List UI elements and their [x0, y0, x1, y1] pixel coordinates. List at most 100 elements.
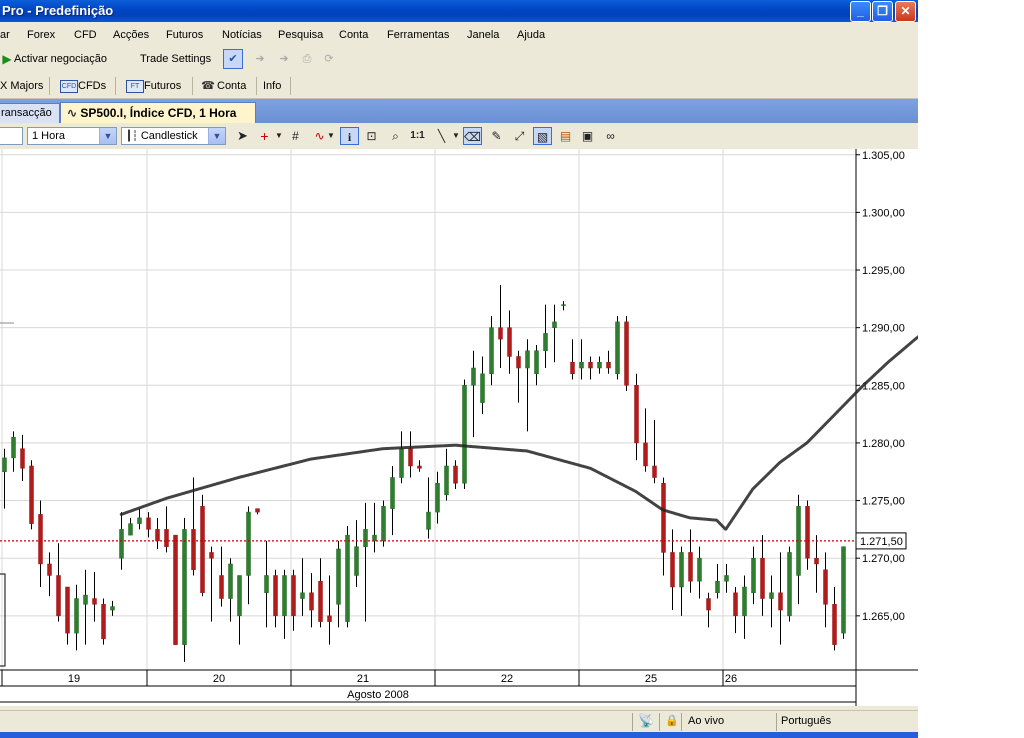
futuros-link[interactable]: Futuros [144, 80, 181, 92]
title-bar: Pro - Predefinição _ ❐ ✕ [0, 0, 918, 22]
candle-body [237, 575, 242, 617]
maximize-button[interactable]: ❐ [872, 1, 893, 22]
candle-body [264, 575, 269, 594]
candle-body [318, 580, 323, 622]
candle-body [841, 546, 846, 634]
candle-body [65, 586, 70, 634]
y-tick-label: 1.275,00 [862, 496, 905, 508]
trade-settings-button[interactable]: Trade Settings [140, 53, 211, 65]
candle-body [579, 361, 584, 369]
candle-body [444, 465, 449, 496]
zoom-box-icon[interactable]: ⊡ [362, 127, 381, 145]
candle-body [552, 321, 557, 328]
price-chart[interactable]: 1.305,00 1.300,00 1.295,00 1.290,00 1.285,00… [0, 149, 918, 706]
cfds-link[interactable]: CFDs [78, 80, 106, 92]
activate-trading-button[interactable]: Activar negociação [14, 53, 107, 65]
interval-select[interactable]: 1 Hora ▼ [27, 127, 117, 145]
arrow-left-icon[interactable]: ➜ [251, 51, 269, 67]
candle-body [408, 448, 413, 467]
chevron-down-icon[interactable]: ▼ [274, 127, 284, 145]
candle-body [543, 333, 548, 351]
interval-value: 1 Hora [32, 130, 66, 142]
minimize-button[interactable]: _ [850, 1, 871, 22]
y-tick-label: 1.295,00 [862, 265, 905, 277]
chevron-down-icon[interactable]: ▼ [326, 127, 336, 145]
candle-body [597, 361, 602, 369]
chevron-down-icon[interactable]: ▼ [451, 127, 461, 145]
menu-ajuda[interactable]: Ajuda [517, 29, 545, 41]
menu-pesquisa[interactable]: Pesquisa [278, 29, 323, 41]
menu-janela[interactable]: Janela [467, 29, 499, 41]
expand-icon[interactable]: ⤢ [510, 127, 529, 145]
candle-body [155, 529, 160, 542]
tab-transactions[interactable]: ransacção [0, 103, 60, 123]
candle-body [200, 506, 205, 594]
candle-body [83, 594, 88, 605]
candle-body [471, 367, 476, 386]
candle-body [498, 327, 503, 340]
chart-type-select[interactable]: ┃┆ Candlestick ▼ [121, 127, 226, 145]
candle-body [760, 557, 765, 599]
candle-body [823, 569, 828, 605]
info-link[interactable]: Info [263, 80, 281, 92]
candle-body [516, 356, 521, 369]
candle-body [787, 552, 792, 617]
candle-body [390, 477, 395, 509]
chevron-down-icon: ▼ [208, 128, 225, 144]
print-icon[interactable]: ⎙ [298, 51, 316, 67]
x-day-label: 20 [213, 673, 225, 685]
link-icon[interactable]: ∞ [601, 127, 620, 145]
symbol-combo[interactable] [0, 127, 23, 145]
menu-trade[interactable]: ar [0, 29, 10, 41]
candle-body [769, 592, 774, 599]
candle-body [191, 529, 196, 570]
info-icon[interactable]: i [340, 127, 359, 145]
cursor-arrow-icon[interactable]: ➤ [233, 127, 252, 145]
conta-link[interactable]: Conta [217, 80, 246, 92]
menu-accoes[interactable]: Acções [113, 29, 149, 41]
candle-body [670, 552, 675, 588]
y-tick-label: 1.265,00 [862, 611, 905, 623]
y-tick-label: 1.280,00 [862, 438, 905, 450]
candle-body [832, 604, 837, 645]
candle-body [534, 350, 539, 375]
satellite-icon: 📡 [638, 713, 655, 728]
candle-body [345, 534, 350, 622]
arrow-right-icon[interactable]: ➜ [275, 51, 293, 67]
candle-body [606, 361, 611, 369]
line-tool-icon[interactable]: ╲ [432, 127, 451, 145]
zoom-ratio-button[interactable]: 1:1 [408, 127, 427, 145]
zoom-icon[interactable]: ⌕ [386, 127, 405, 145]
menu-ferramentas[interactable]: Ferramentas [387, 29, 449, 41]
candle-body [110, 606, 115, 611]
export-icon[interactable]: ▤ [556, 127, 575, 145]
menu-cfd[interactable]: CFD [74, 29, 97, 41]
crosshair-icon[interactable]: + [255, 127, 274, 145]
window-icon[interactable]: ▣ [578, 127, 597, 145]
refresh-icon[interactable]: ⟳ [320, 51, 338, 67]
fx-majors-link[interactable]: X Majors [0, 80, 43, 92]
menu-conta[interactable]: Conta [339, 29, 368, 41]
eraser-icon[interactable]: ⌫ [463, 127, 482, 145]
candle-body [101, 604, 106, 640]
menu-futuros[interactable]: Futuros [166, 29, 203, 41]
candle-body [137, 517, 142, 524]
close-button[interactable]: ✕ [895, 1, 916, 22]
candle-body [209, 552, 214, 559]
candle-body [381, 506, 386, 542]
checkmark-icon[interactable]: ✔ [223, 49, 243, 69]
futures-icon[interactable]: FT [126, 80, 144, 93]
x-day-label: 22 [501, 673, 513, 685]
grid-icon[interactable]: # [286, 127, 305, 145]
tab-sp500-chart[interactable]: ∿ SP500.I, Índice CFD, 1 Hora [60, 102, 256, 123]
cfd-icon[interactable]: CFD [60, 80, 78, 93]
draw-icon[interactable]: ✎ [487, 127, 506, 145]
phone-icon[interactable]: ☎ [199, 78, 217, 94]
candle-body [453, 465, 458, 484]
candlestick-chart[interactable]: 1.305,001.300,001.295,001.290,001.285,00… [0, 149, 918, 706]
candle-body [679, 552, 684, 588]
language-indicator[interactable]: Português [781, 715, 831, 727]
fill-icon[interactable]: ▧ [533, 127, 552, 145]
menu-noticias[interactable]: Notícias [222, 29, 262, 41]
menu-forex[interactable]: Forex [27, 29, 55, 41]
